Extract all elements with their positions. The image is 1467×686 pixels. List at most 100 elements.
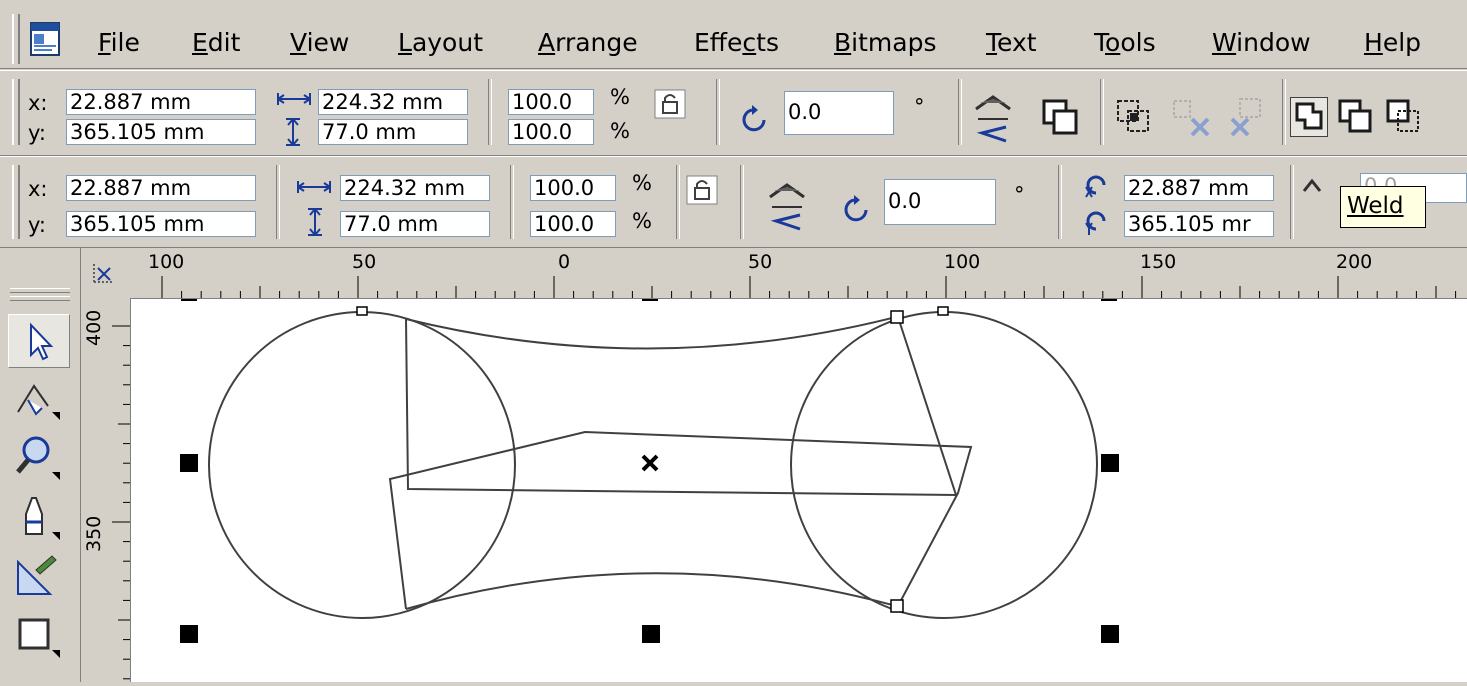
ruler-label: 100 xyxy=(148,251,185,273)
upper-quad[interactable] xyxy=(405,316,958,497)
handle-tl[interactable] xyxy=(181,295,197,301)
menu-text[interactable]: Text xyxy=(986,28,1037,58)
separator xyxy=(740,165,744,239)
node[interactable] xyxy=(890,310,904,324)
zoom-tool[interactable] xyxy=(8,432,68,484)
y-label: y: xyxy=(28,213,46,237)
menu-grip[interactable] xyxy=(12,14,20,64)
trim-icon[interactable] xyxy=(1336,97,1376,137)
pick-tool[interactable] xyxy=(8,314,70,368)
left-circle[interactable] xyxy=(208,311,516,619)
scale-y-field[interactable]: 100.0 xyxy=(508,119,594,145)
propbar-grip[interactable] xyxy=(12,79,20,145)
node[interactable] xyxy=(890,599,904,613)
menu-bitmaps[interactable]: Bitmaps xyxy=(834,28,936,58)
x-label: x: xyxy=(28,177,48,201)
rotation-field[interactable]: 0.0 xyxy=(884,179,996,225)
ruler-label: 0 xyxy=(558,251,571,273)
menu-effects[interactable]: Effects xyxy=(694,28,779,58)
menu-file[interactable]: File xyxy=(98,28,140,58)
separator xyxy=(510,165,514,239)
handle-tc[interactable] xyxy=(642,295,658,301)
handle-bl[interactable] xyxy=(180,625,198,643)
center-marker[interactable] xyxy=(641,454,659,472)
right-circle[interactable] xyxy=(790,311,1098,619)
width-field[interactable]: 224.32 mm xyxy=(318,89,468,115)
freehand-tool[interactable] xyxy=(8,492,68,544)
propbar-grip[interactable] xyxy=(12,165,20,239)
rotation-center-x-field[interactable]: 22.887 mm xyxy=(1124,175,1274,201)
lock-ratio-icon[interactable] xyxy=(686,175,718,205)
lower-polygon[interactable] xyxy=(388,430,973,610)
toolbox-grip[interactable] xyxy=(10,296,70,301)
skew-icon xyxy=(1302,178,1322,192)
scale-x-field[interactable]: 100.0 xyxy=(530,175,616,201)
intersect-icon[interactable] xyxy=(1384,97,1424,137)
drawing-canvas[interactable] xyxy=(131,295,1467,682)
smart-fill-tool[interactable] xyxy=(8,550,68,602)
toolbox xyxy=(0,248,81,682)
ruler-label: 400 xyxy=(83,309,105,346)
x-position-field[interactable]: 22.887 mm xyxy=(66,175,256,201)
rectangle-icon xyxy=(18,618,60,658)
rotation-center-y-field[interactable]: 365.105 mr xyxy=(1124,211,1274,237)
menu-arrange[interactable]: Arrange xyxy=(538,28,638,58)
property-bar-top: x: y: 22.887 mm 365.105 mm 224.32 mm 77.… xyxy=(0,70,1467,156)
magnifier-icon xyxy=(16,436,60,480)
handle-bc[interactable] xyxy=(642,625,660,643)
mirror-icon[interactable] xyxy=(762,177,812,233)
menu-view[interactable]: View xyxy=(290,28,349,58)
node[interactable] xyxy=(356,306,368,316)
top-curve[interactable] xyxy=(405,316,897,350)
width-field[interactable]: 224.32 mm xyxy=(340,175,490,201)
menu-layout[interactable]: Layout xyxy=(398,28,483,58)
weld-shapes-icon xyxy=(1295,102,1323,130)
arrow-pointer-icon xyxy=(30,322,54,361)
y-label: y: xyxy=(28,121,46,145)
bottom-curve[interactable] xyxy=(405,572,897,610)
combine-icon[interactable] xyxy=(1112,95,1156,139)
ruler-label: 100 xyxy=(944,251,981,273)
lock-ratio-icon[interactable] xyxy=(654,89,686,119)
vertical-ruler-ticks xyxy=(112,325,130,680)
rotate-icon xyxy=(844,195,868,222)
menu-tools[interactable]: Tools xyxy=(1094,28,1156,58)
degree-label: ° xyxy=(914,95,925,119)
width-icon xyxy=(277,93,311,105)
height-field[interactable]: 77.0 mm xyxy=(340,211,490,237)
selection-handles xyxy=(180,295,1119,643)
height-field[interactable]: 77.0 mm xyxy=(318,119,468,145)
mirror-icon[interactable] xyxy=(968,89,1018,145)
y-position-field[interactable]: 365.105 mm xyxy=(66,119,256,145)
menu-edit[interactable]: Edit xyxy=(192,28,240,58)
percent-label: % xyxy=(632,171,652,195)
scale-x-field[interactable]: 100.0 xyxy=(508,89,594,115)
y-position-field[interactable]: 365.105 mm xyxy=(66,211,256,237)
menu-window[interactable]: Window xyxy=(1212,28,1311,58)
menu-help[interactable]: Help xyxy=(1364,28,1421,58)
handle-ml[interactable] xyxy=(180,454,198,472)
ruler-label: 350 xyxy=(83,515,105,552)
weld-tooltip: Weld xyxy=(1340,186,1426,228)
ungroup-icon xyxy=(1230,98,1261,137)
percent-label: % xyxy=(610,85,630,109)
ruler-label: 50 xyxy=(352,251,377,273)
smart-drawing-icon xyxy=(17,555,57,595)
document-icon[interactable] xyxy=(30,22,60,56)
weld-button[interactable] xyxy=(1290,97,1328,137)
vertical-ruler[interactable]: 400 350 xyxy=(82,298,131,682)
shape-tool[interactable] xyxy=(8,372,68,424)
node[interactable] xyxy=(937,306,949,316)
scale-y-field[interactable]: 100.0 xyxy=(530,211,616,237)
handle-tr[interactable] xyxy=(1101,295,1117,301)
toolbox-grip[interactable] xyxy=(10,288,70,293)
weld-icon[interactable] xyxy=(1040,97,1082,139)
separator xyxy=(1290,165,1294,239)
handle-mr[interactable] xyxy=(1101,454,1119,472)
rotation-field[interactable]: 0.0 xyxy=(784,91,894,135)
handle-br[interactable] xyxy=(1101,625,1119,643)
x-position-field[interactable]: 22.887 mm xyxy=(66,89,256,115)
drawing xyxy=(180,295,1119,643)
horizontal-ruler[interactable]: 100 50 0 50 100 150 200 xyxy=(82,248,1467,299)
rectangle-tool[interactable] xyxy=(8,610,68,662)
